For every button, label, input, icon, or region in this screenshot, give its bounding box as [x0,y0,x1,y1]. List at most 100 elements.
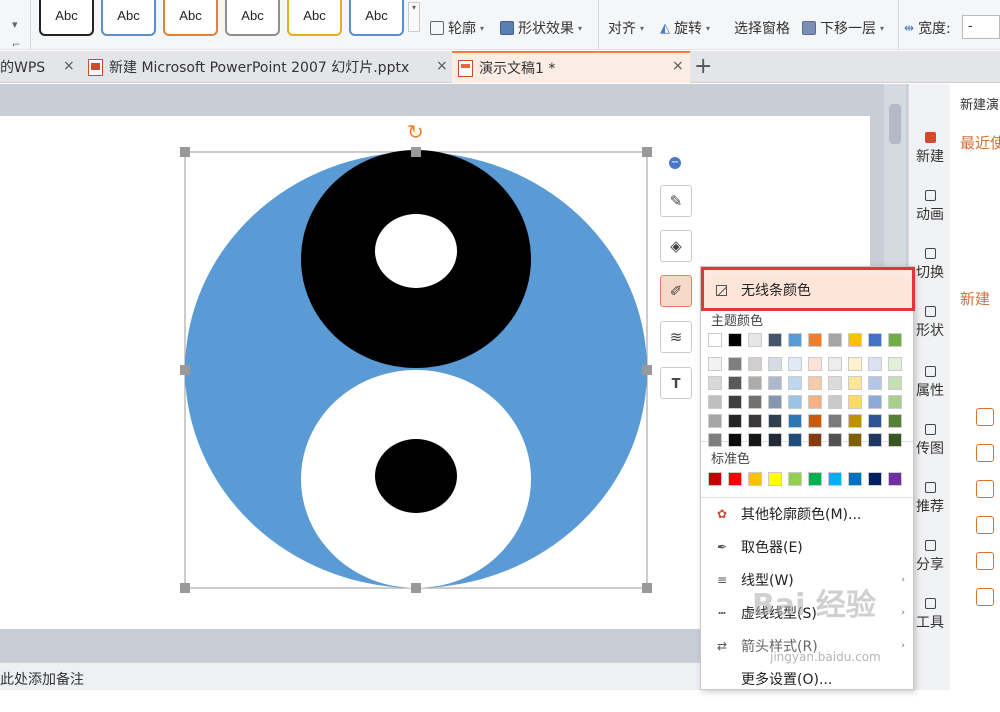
standard-color-swatch[interactable] [788,472,802,486]
outline-tool-button[interactable]: ✐ [660,275,692,307]
nav-animation[interactable]: 动画 [909,190,951,224]
theme-shade-swatch[interactable] [808,414,822,428]
theme-shade-swatch[interactable] [788,376,802,390]
theme-shade-swatch[interactable] [848,395,862,409]
nav-property[interactable]: 属性 [909,366,951,400]
scrollbar-thumb[interactable] [889,104,901,144]
theme-shade-swatch[interactable] [868,414,882,428]
close-icon[interactable]: × [63,58,75,74]
theme-shade-swatch[interactable] [728,395,742,409]
theme-shade-swatch[interactable] [768,433,782,447]
theme-shade-swatch[interactable] [748,414,762,428]
theme-shade-swatch[interactable] [888,433,902,447]
theme-shade-swatch[interactable] [708,376,722,390]
selection-pane-button[interactable]: 选择窗格 [734,18,790,38]
theme-color-swatch[interactable] [828,333,842,347]
standard-color-swatch[interactable] [708,472,722,486]
theme-color-swatch[interactable] [848,333,862,347]
theme-color-swatch[interactable] [748,333,762,347]
standard-color-swatch[interactable] [748,472,762,486]
standard-color-swatch[interactable] [828,472,842,486]
theme-shade-swatch[interactable] [808,395,822,409]
ribbon-collapse-icon[interactable]: ⌐ [12,40,20,51]
shape-style-tile-2[interactable]: Abc [101,0,156,36]
theme-shade-swatch[interactable] [788,357,802,371]
nav-transition[interactable]: 切换 [909,248,951,282]
standard-color-swatch[interactable] [888,472,902,486]
text-format-button[interactable]: T [660,367,692,399]
theme-color-swatch[interactable] [728,333,742,347]
template-icon[interactable] [976,444,994,462]
theme-shade-swatch[interactable] [768,395,782,409]
theme-shade-swatch[interactable] [768,414,782,428]
shape-style-tile-5[interactable]: Abc [287,0,342,36]
standard-color-swatch[interactable] [808,472,822,486]
outline-button[interactable]: 轮廓 ▾ [430,18,484,38]
theme-shade-swatch[interactable] [788,433,802,447]
theme-shade-swatch[interactable] [828,357,842,371]
theme-shade-swatch[interactable] [848,414,862,428]
theme-shade-swatch[interactable] [728,376,742,390]
theme-shade-swatch[interactable] [708,357,722,371]
theme-color-swatch[interactable] [768,333,782,347]
nav-tools[interactable]: 工具 [909,598,951,632]
theme-shade-swatch[interactable] [708,414,722,428]
ribbon-caret-icon[interactable]: ▾ [12,18,18,31]
rotate-button[interactable]: ◭ 旋转 ▾ [660,18,710,38]
theme-shade-swatch[interactable] [888,357,902,371]
theme-shade-swatch[interactable] [848,433,862,447]
theme-shade-swatch[interactable] [808,357,822,371]
standard-color-swatch[interactable] [868,472,882,486]
standard-color-swatch[interactable] [848,472,862,486]
theme-shade-swatch[interactable] [808,376,822,390]
align-button[interactable]: 对齐 ▾ [608,18,644,38]
theme-shade-swatch[interactable] [868,357,882,371]
nav-shape[interactable]: 形状 [909,306,951,340]
shape-style-tile-1[interactable]: Abc [39,0,94,36]
theme-shade-swatch[interactable] [868,395,882,409]
tab-pptx-file[interactable]: 新建 Microsoft PowerPoint 2007 幻灯片.pptx [84,51,454,83]
close-icon[interactable]: × [672,58,684,74]
template-icon[interactable] [976,588,994,606]
theme-shade-swatch[interactable] [828,395,842,409]
theme-shade-swatch[interactable] [708,433,722,447]
theme-shade-swatch[interactable] [728,414,742,428]
more-outline-colors-item[interactable]: ✿ 其他轮廓颜色(M)... [701,499,913,529]
theme-shade-swatch[interactable] [888,395,902,409]
theme-color-swatch[interactable] [708,333,722,347]
theme-shade-swatch[interactable] [728,357,742,371]
theme-shade-swatch[interactable] [868,376,882,390]
theme-shade-swatch[interactable] [888,414,902,428]
theme-shade-swatch[interactable] [888,376,902,390]
send-backward-button[interactable]: 下移一层 ▾ [802,18,884,38]
theme-shade-swatch[interactable] [788,414,802,428]
theme-shade-swatch[interactable] [748,357,762,371]
theme-color-swatch[interactable] [868,333,882,347]
template-icon[interactable] [976,552,994,570]
template-icon[interactable] [976,408,994,426]
theme-shade-swatch[interactable] [828,376,842,390]
shape-style-tile-4[interactable]: Abc [225,0,280,36]
theme-shade-swatch[interactable] [868,433,882,447]
collapse-toolbar-icon[interactable]: − [669,157,681,169]
theme-shade-swatch[interactable] [788,395,802,409]
theme-shade-swatch[interactable] [728,433,742,447]
theme-shade-swatch[interactable] [748,395,762,409]
shape-style-tile-3[interactable]: Abc [163,0,218,36]
theme-shade-swatch[interactable] [828,414,842,428]
nav-new[interactable]: 新建 [909,132,951,166]
theme-shade-swatch[interactable] [768,376,782,390]
width-input[interactable]: - [962,15,1000,39]
edit-shape-button[interactable]: ✎ [660,185,692,217]
theme-shade-swatch[interactable] [848,376,862,390]
style-gallery-more-button[interactable]: ▾ [408,2,420,32]
theme-color-swatch[interactable] [788,333,802,347]
template-icon[interactable] [976,480,994,498]
new-tab-button[interactable]: + [694,54,712,79]
fill-button[interactable]: ◈ [660,230,692,262]
tab-presentation1[interactable]: 演示文稿1 * [452,51,690,83]
no-line-color-item[interactable]: 无线条颜色 [706,276,910,304]
standard-color-swatch[interactable] [728,472,742,486]
close-icon[interactable]: × [436,58,448,74]
theme-shade-swatch[interactable] [848,357,862,371]
